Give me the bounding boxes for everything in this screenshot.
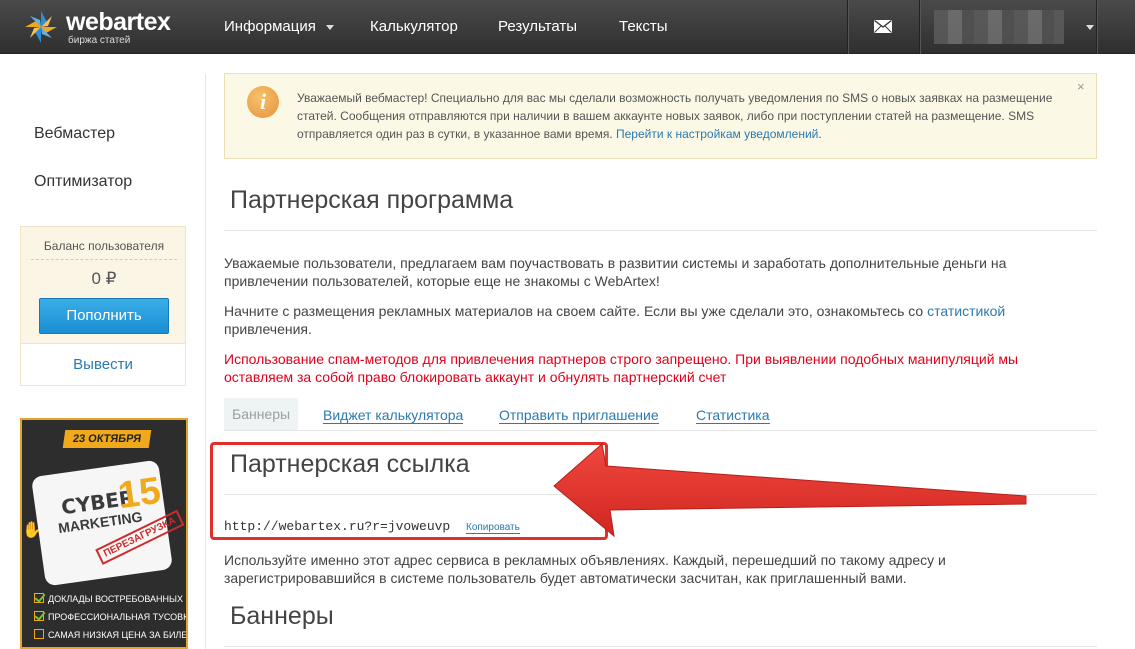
sidebar-item-optimizer[interactable]: Оптимизатор xyxy=(34,173,132,191)
nav-item-label: Результаты xyxy=(498,18,577,35)
start-suffix: привлечения. xyxy=(224,321,312,337)
nav-item-results[interactable]: Результаты xyxy=(498,0,577,54)
sidebar-item-webmaster[interactable]: Вебмастер xyxy=(34,125,115,143)
chevron-down-icon xyxy=(1086,25,1094,30)
nav-item-label: Тексты xyxy=(619,18,668,35)
logo-name: webartex xyxy=(66,8,171,36)
withdraw-button[interactable]: Вывести xyxy=(21,343,185,385)
ad-date: 23 ОКТЯБРЯ xyxy=(62,430,152,448)
tab-statistics[interactable]: Статистика xyxy=(696,406,770,424)
divider xyxy=(224,230,1097,231)
tabs-divider xyxy=(224,430,1097,431)
tab-calculator-widget[interactable]: Виджет калькулятора xyxy=(323,406,464,424)
checkbox-checked-icon xyxy=(34,611,44,621)
spam-warning: Использование спам-методов для привлечен… xyxy=(224,351,1019,385)
notification-settings-link[interactable]: Перейти к настройкам уведомлений xyxy=(616,127,818,141)
notice-text: Уважаемый вебмастер! Специально для вас … xyxy=(297,89,1067,143)
logo-tagline: биржа статей xyxy=(68,35,131,46)
mail-button[interactable] xyxy=(848,0,918,54)
balance-value: 0 ₽ xyxy=(91,269,117,288)
nav-item-texts[interactable]: Тексты xyxy=(619,0,668,54)
referral-note: Используйте именно этот адрес сервиса в … xyxy=(224,552,946,586)
tab-banners[interactable]: Баннеры xyxy=(224,398,299,430)
annotation-arrow-icon xyxy=(553,443,1027,538)
list-item: ДОКЛАДЫ ВОСТРЕБОВАННЫХ ПРОФИ xyxy=(34,592,186,610)
sms-notice: i Уважаемый вебмастер! Специально для ва… xyxy=(224,73,1097,159)
mail-icon xyxy=(874,20,892,33)
nav-item-info[interactable]: Информация xyxy=(224,0,334,54)
statistics-link[interactable]: статистикой xyxy=(927,303,1005,319)
ad-feature-label: ПРОФЕССИОНАЛЬНАЯ ТУСОВКА xyxy=(48,612,188,622)
page-title: Партнерская программа xyxy=(230,186,514,214)
balance-panel: Баланс пользователя 0 ₽ Пополнить Вывест… xyxy=(20,226,186,386)
ad-banner[interactable]: 23 ОКТЯБРЯ ✋ CYBER 15 MARKETING ПЕРЕЗАГР… xyxy=(20,418,188,649)
ad-card: CYBER 15 MARKETING ПЕРЕЗАГРУЗКА xyxy=(30,459,185,587)
logo[interactable]: webartex биржа статей xyxy=(22,6,182,48)
sidebar-divider xyxy=(205,74,206,649)
avatar xyxy=(934,10,1064,44)
start-text: Начните с размещения рекламных материало… xyxy=(224,302,1084,338)
webartex-logo-icon xyxy=(25,11,57,43)
nav-item-label: Информация xyxy=(224,18,316,35)
list-item: САМАЯ НИЗКАЯ ЦЕНА ЗА БИЛЕТ xyxy=(34,628,186,646)
section-title-banners: Баннеры xyxy=(230,602,334,630)
nav-item-label: Калькулятор xyxy=(370,18,458,35)
close-icon[interactable]: × xyxy=(1077,79,1085,94)
chevron-down-icon xyxy=(325,24,334,30)
info-icon: i xyxy=(247,86,279,118)
user-menu[interactable] xyxy=(920,0,1095,54)
top-navbar: webartex биржа статей Информация Калькул… xyxy=(0,0,1135,54)
checkbox-checked-icon xyxy=(34,593,44,603)
notice-suffix: . xyxy=(818,127,822,141)
start-prefix: Начните с размещения рекламных материало… xyxy=(224,303,928,319)
checkbox-empty-icon xyxy=(34,629,44,639)
divider xyxy=(31,259,177,260)
list-item: ПРОФЕССИОНАЛЬНАЯ ТУСОВКА xyxy=(34,610,186,628)
intro-text: Уважаемые пользователи, предлагаем вам п… xyxy=(224,255,1007,289)
divider xyxy=(224,646,1097,647)
balance-label: Баланс пользователя xyxy=(43,239,165,253)
ad-feature-label: САМАЯ НИЗКАЯ ЦЕНА ЗА БИЛЕТ xyxy=(48,630,188,640)
tab-send-invitation[interactable]: Отправить приглашение xyxy=(499,406,659,424)
nav-divider xyxy=(1096,0,1097,54)
ad-feature-label: ДОКЛАДЫ ВОСТРЕБОВАННЫХ ПРОФИ xyxy=(48,594,186,604)
topup-button[interactable]: Пополнить xyxy=(39,298,169,334)
ad-features: ДОКЛАДЫ ВОСТРЕБОВАННЫХ ПРОФИ ПРОФЕССИОНА… xyxy=(34,592,186,646)
nav-item-calculator[interactable]: Калькулятор xyxy=(370,0,458,54)
